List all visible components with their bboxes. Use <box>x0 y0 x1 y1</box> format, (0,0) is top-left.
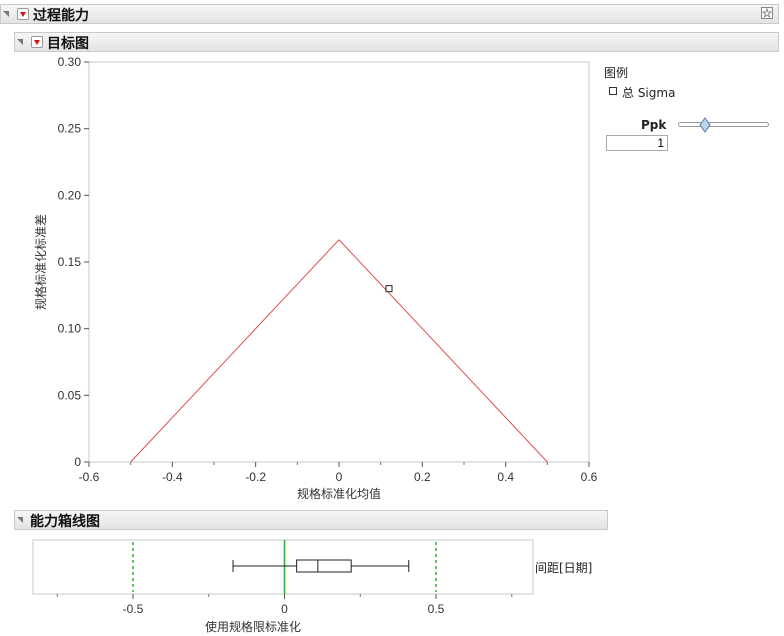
x-tick-label: 0.6 <box>581 470 598 484</box>
plot-frame <box>88 61 590 463</box>
boxplot-frame <box>32 539 534 595</box>
boxplot-row-label: 间距[日期] <box>535 561 593 575</box>
legend-title: 图例 <box>604 66 629 80</box>
collapse-triangle-icon[interactable] <box>3 11 9 17</box>
legend-item-total-sigma[interactable]: 总 Sigma <box>622 84 675 101</box>
x-tick-label: 0.5 <box>428 602 445 616</box>
target-plot-title: 目标图 <box>47 36 89 52</box>
ppk-slider[interactable] <box>678 122 769 127</box>
x-tick-label: 0 <box>336 470 343 484</box>
target-plot-header <box>14 32 779 52</box>
collapse-triangle-icon[interactable] <box>17 517 23 523</box>
y-tick-label: 0.20 <box>58 188 82 202</box>
target-plot-chart: 0.300.250.200.150.100.050-0.6 -0.4 -0.2 0 0.… <box>33 55 598 501</box>
y-tick-label: 0.05 <box>58 388 82 402</box>
ppk-slider-handle-icon[interactable] <box>698 117 712 136</box>
capability-boxplot-chart: -0.5 0 0.5 使用规格限标准化 <box>32 539 534 634</box>
y-tick-label: 0.25 <box>58 122 82 136</box>
x-tick-label: 0.4 <box>497 470 514 484</box>
data-point-total-sigma <box>385 285 393 293</box>
x-tick-label: 0 <box>281 602 288 616</box>
x-tick-label: 0.2 <box>414 470 431 484</box>
x-tick-label: -0.4 <box>162 470 183 484</box>
boxplot-title: 能力箱线图 <box>30 514 100 530</box>
x-axis-label: 规格标准化均值 <box>297 486 381 501</box>
y-tick-label: 0.15 <box>58 255 82 269</box>
ppk-value-input[interactable] <box>606 135 668 151</box>
x-tick-label: -0.6 <box>79 470 100 484</box>
y-tick-label: 0 <box>74 455 81 469</box>
y-tick-label: 0.30 <box>58 55 82 69</box>
process-capability-title: 过程能力 <box>33 8 89 24</box>
ppk-label: Ppk <box>641 118 667 132</box>
x-tick-label: -0.2 <box>245 470 266 484</box>
iqr-box <box>296 559 352 573</box>
process-capability-header <box>0 4 779 24</box>
legend-square-marker-icon <box>609 87 617 95</box>
red-triangle-menu-icon[interactable] <box>31 36 43 48</box>
x-axis-label: 使用规格限标准化 <box>205 619 301 634</box>
x-tick-label: -0.5 <box>123 602 144 616</box>
red-triangle-menu-icon[interactable] <box>17 8 29 20</box>
boxplot-header <box>14 510 608 530</box>
collapse-triangle-icon[interactable] <box>17 39 23 45</box>
report-options-icon[interactable] <box>761 7 773 19</box>
y-tick-label: 0.10 <box>58 322 82 336</box>
y-axis-label: 规格标准化标准差 <box>33 214 48 310</box>
